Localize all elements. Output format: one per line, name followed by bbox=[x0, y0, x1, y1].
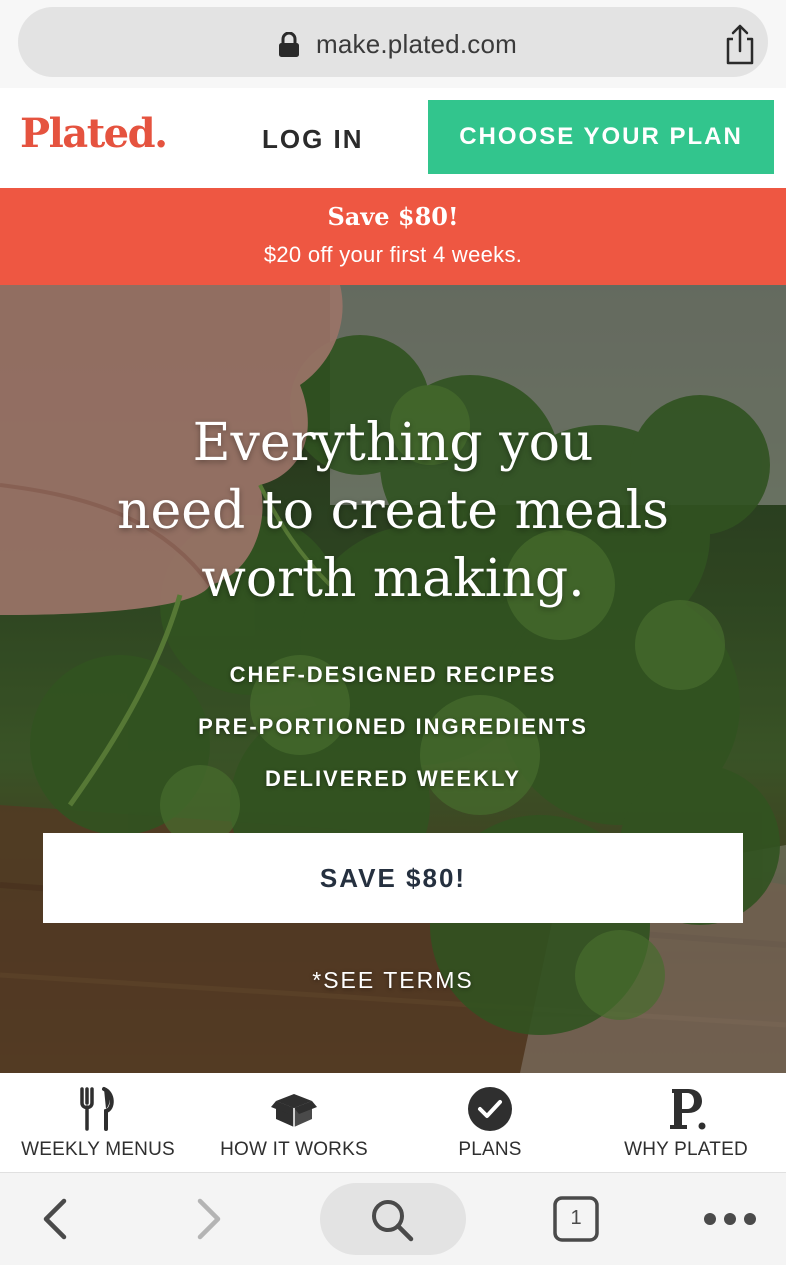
save-80-button[interactable]: SAVE $80! bbox=[43, 833, 743, 923]
site-bottom-nav: WEEKLY MENUS HOW IT WORKS PLANS WHY PLAT… bbox=[0, 1073, 786, 1172]
back-icon[interactable] bbox=[38, 1197, 72, 1241]
plated-logo[interactable]: Plated. bbox=[20, 110, 168, 157]
promo-subtitle: $20 off your first 4 weeks. bbox=[263, 242, 523, 267]
see-terms-link[interactable]: *SEE TERMS bbox=[0, 967, 786, 994]
nav-weekly-menus[interactable]: WEEKLY MENUS bbox=[0, 1073, 196, 1172]
address-bar[interactable]: make.plated.com bbox=[18, 7, 768, 77]
nav-label: WHY PLATED bbox=[624, 1139, 748, 1160]
check-circle-icon bbox=[468, 1087, 512, 1131]
nav-label: PLANS bbox=[458, 1139, 522, 1160]
forward-icon[interactable] bbox=[192, 1197, 226, 1241]
feature-item: DELIVERED WEEKLY bbox=[264, 766, 522, 791]
tab-count: 1 bbox=[570, 1207, 582, 1229]
choose-plan-button[interactable]: CHOOSE YOUR PLAN bbox=[428, 100, 774, 174]
feature-list: CHEF-DESIGNED RECIPES PRE-PORTIONED INGR… bbox=[0, 649, 786, 805]
lock-icon bbox=[279, 32, 299, 57]
box-icon bbox=[271, 1094, 317, 1127]
url-text: make.plated.com bbox=[316, 29, 517, 59]
nav-label: WEEKLY MENUS bbox=[21, 1139, 175, 1160]
login-link[interactable]: LOG IN bbox=[262, 124, 364, 155]
tabs-button[interactable]: 1 bbox=[552, 1195, 600, 1243]
nav-why-plated[interactable]: WHY PLATED bbox=[588, 1073, 784, 1172]
site-header: Plated. LOG IN CHOOSE YOUR PLAN bbox=[0, 88, 786, 188]
nav-label: HOW IT WORKS bbox=[220, 1139, 368, 1160]
hero-section: Everything you need to create meals wort… bbox=[0, 285, 786, 1073]
promo-title: Save $80! bbox=[327, 202, 459, 231]
hero-headline-line: worth making. bbox=[201, 549, 585, 609]
nav-how-it-works[interactable]: HOW IT WORKS bbox=[196, 1073, 392, 1172]
browser-toolbar: 1 bbox=[0, 1172, 786, 1265]
feature-item: PRE-PORTIONED INGREDIENTS bbox=[198, 714, 588, 739]
hero-headline-line: need to create meals bbox=[117, 481, 669, 541]
plated-p-icon bbox=[670, 1089, 706, 1130]
hero-headline: Everything you need to create meals wort… bbox=[0, 409, 786, 613]
promo-banner[interactable]: Save $80! $20 off your first 4 weeks. bbox=[0, 188, 786, 285]
search-icon bbox=[372, 1200, 414, 1242]
more-icon[interactable] bbox=[700, 1211, 760, 1227]
utensils-icon bbox=[80, 1087, 114, 1131]
feature-item: CHEF-DESIGNED RECIPES bbox=[229, 662, 557, 687]
share-icon[interactable] bbox=[720, 23, 760, 67]
nav-plans[interactable]: PLANS bbox=[392, 1073, 588, 1172]
hero-headline-line: Everything you bbox=[192, 413, 594, 473]
search-button[interactable] bbox=[320, 1183, 466, 1255]
browser-address-area: make.plated.com bbox=[0, 0, 786, 88]
